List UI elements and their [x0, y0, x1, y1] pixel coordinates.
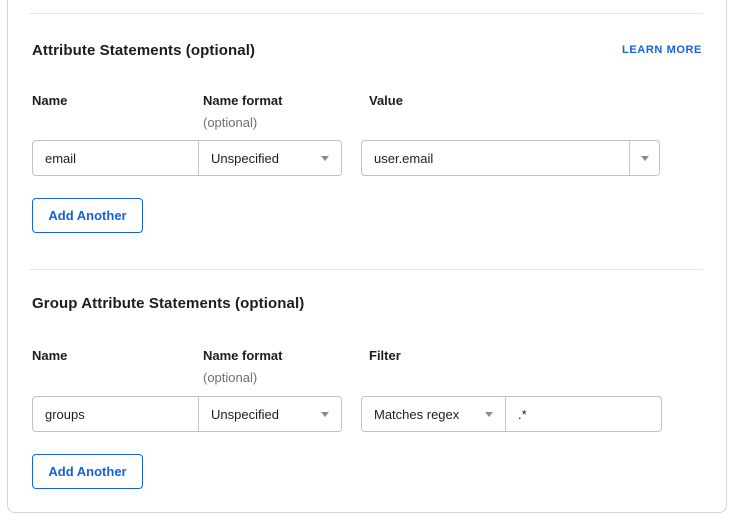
group-name-format-column-header: Name format — [203, 348, 282, 363]
learn-more-link[interactable]: LEARN MORE — [622, 44, 702, 56]
section-divider — [29, 269, 703, 270]
attr-value-input[interactable] — [362, 141, 629, 175]
group-name-column-header: Name — [32, 348, 67, 363]
group-add-another-button[interactable]: Add Another — [32, 454, 143, 489]
attr-value-field-group — [361, 140, 660, 176]
chevron-down-icon — [485, 412, 493, 417]
attribute-statements-title: Attribute Statements (optional) — [32, 42, 255, 59]
chevron-down-icon — [321, 412, 329, 417]
settings-card: Attribute Statements (optional) LEARN MO… — [7, 0, 727, 513]
attr-name-input[interactable] — [33, 141, 198, 175]
group-name-format-selected-value: Unspecified — [211, 407, 279, 422]
group-filter-type-select[interactable]: Matches regex — [362, 397, 505, 431]
attr-add-another-button[interactable]: Add Another — [32, 198, 143, 233]
attr-name-field-group: Unspecified — [32, 140, 342, 176]
attr-name-format-selected-value: Unspecified — [211, 151, 279, 166]
chevron-down-icon — [641, 156, 649, 161]
group-filter-value-input[interactable] — [505, 397, 661, 431]
top-divider — [29, 13, 703, 14]
attr-name-format-column-header: Name format — [203, 93, 282, 108]
group-attribute-statements-title: Group Attribute Statements (optional) — [32, 295, 304, 312]
attr-name-column-header: Name — [32, 93, 67, 108]
saml-settings-page: Attribute Statements (optional) LEARN MO… — [0, 0, 737, 530]
group-filter-type-selected-value: Matches regex — [374, 407, 459, 422]
attr-name-format-optional-note: (optional) — [203, 115, 257, 130]
group-name-field-group: Unspecified — [32, 396, 342, 432]
attr-value-dropdown-button[interactable] — [629, 141, 659, 175]
group-name-input[interactable] — [33, 397, 198, 431]
group-name-format-optional-note: (optional) — [203, 370, 257, 385]
attr-value-column-header: Value — [369, 93, 403, 108]
group-filter-field-group: Matches regex — [361, 396, 662, 432]
group-name-format-select[interactable]: Unspecified — [198, 397, 341, 431]
attr-name-format-select[interactable]: Unspecified — [198, 141, 341, 175]
chevron-down-icon — [321, 156, 329, 161]
group-filter-column-header: Filter — [369, 348, 401, 363]
